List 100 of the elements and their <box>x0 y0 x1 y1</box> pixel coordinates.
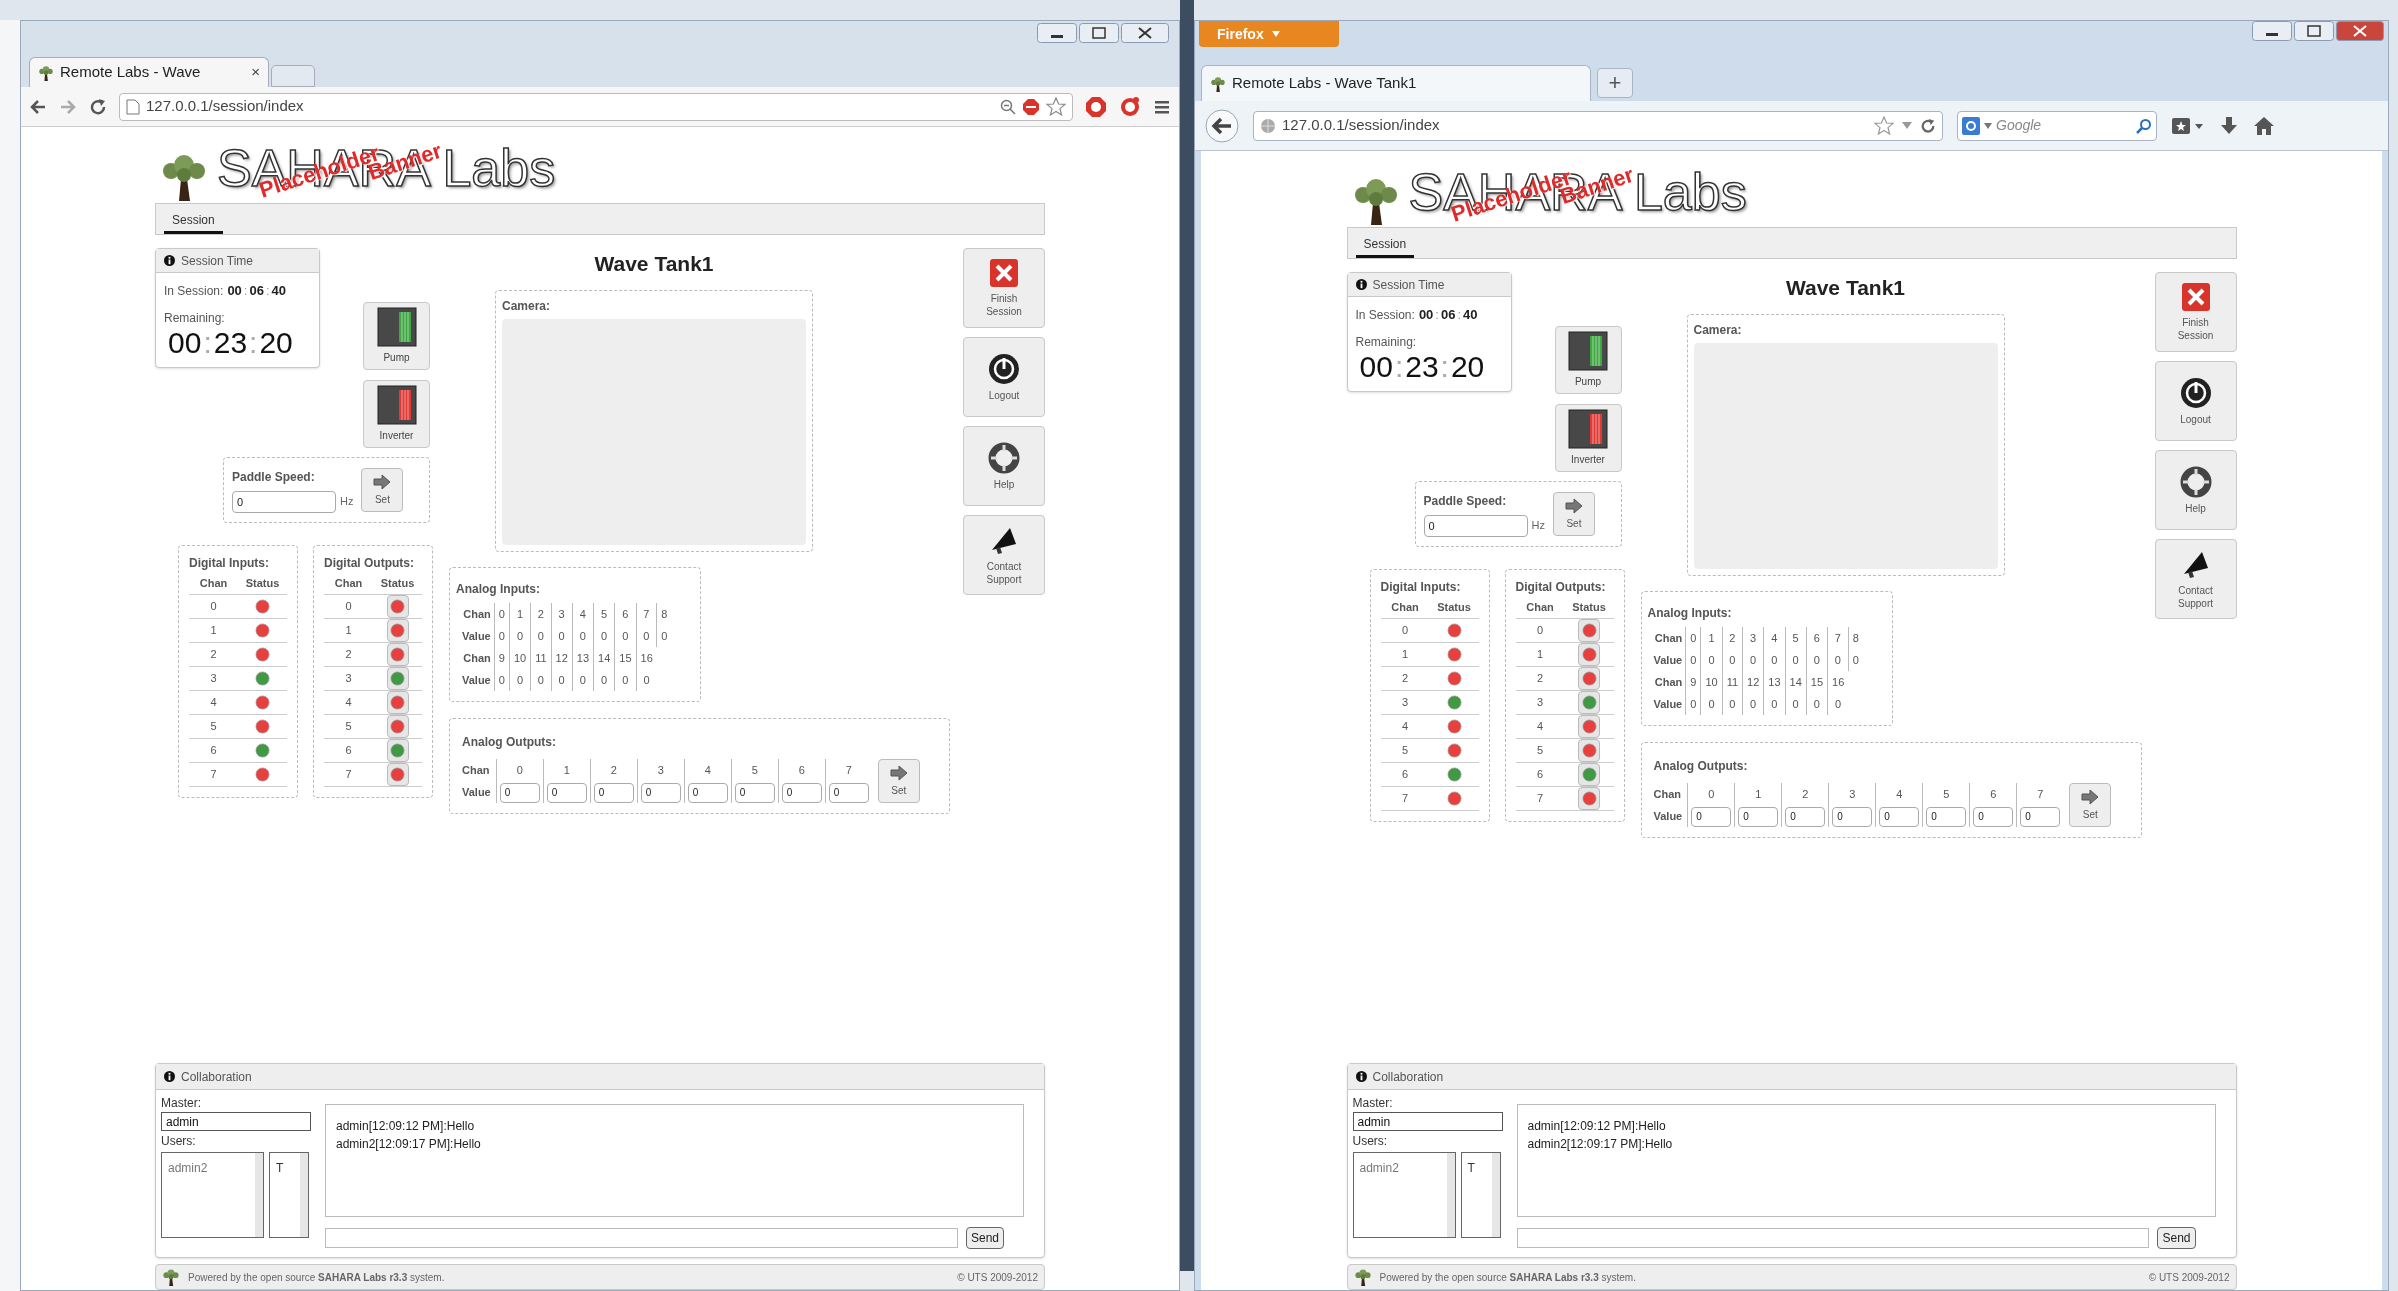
list-item[interactable]: T <box>276 1159 294 1177</box>
flags-list[interactable]: T <box>1460 1152 1501 1238</box>
output-toggle[interactable] <box>386 594 409 618</box>
value-input[interactable]: 0 <box>1738 806 1779 827</box>
nav-tab[interactable]: Session <box>164 211 223 234</box>
set-button[interactable]: Set <box>1552 492 1595 536</box>
action-button[interactable]: Logout <box>2154 361 2237 441</box>
search-field[interactable]: Google <box>1957 110 2157 141</box>
value-input[interactable]: 0 <box>546 782 587 803</box>
close-icon[interactable] <box>1121 23 1169 43</box>
message-input[interactable] <box>1516 1228 2150 1248</box>
value-input[interactable]: 0 <box>1691 806 1732 827</box>
scrollbar[interactable] <box>1491 1153 1500 1237</box>
speed-input[interactable]: 0 <box>232 490 336 513</box>
value-input[interactable]: 0 <box>1785 806 1826 827</box>
minimize-icon[interactable] <box>2252 21 2292 41</box>
forward-icon[interactable] <box>59 97 77 116</box>
browser-tab[interactable]: Remote Labs - Wave × <box>29 57 269 87</box>
action-button[interactable]: Contact Support <box>963 515 1045 595</box>
master-field[interactable]: admin <box>161 1112 311 1131</box>
action-button[interactable]: Finish Session <box>963 248 1045 328</box>
value-input[interactable]: 0 <box>593 782 634 803</box>
output-toggle[interactable] <box>386 714 409 738</box>
output-toggle[interactable] <box>386 690 409 714</box>
output-toggle[interactable] <box>1578 666 1600 690</box>
new-tab-button[interactable]: + <box>1597 68 1633 98</box>
home-icon[interactable] <box>2253 115 2275 136</box>
star-icon[interactable] <box>1046 96 1066 117</box>
send-button[interactable]: Send <box>2157 1227 2196 1249</box>
output-toggle[interactable] <box>386 738 409 762</box>
bookmarks-icon[interactable] <box>2171 115 2205 136</box>
users-list[interactable]: admin2 <box>1352 1152 1456 1238</box>
value-input[interactable]: 0 <box>1879 806 1920 827</box>
value-input[interactable]: 0 <box>1973 806 2014 827</box>
action-button[interactable]: Finish Session <box>2154 272 2237 352</box>
caret-icon[interactable] <box>1902 121 1912 130</box>
reload-icon[interactable] <box>1920 117 1936 134</box>
speed-input[interactable]: 0 <box>1423 514 1528 537</box>
value-input[interactable]: 0 <box>781 782 822 803</box>
browser-tab[interactable]: Remote Labs - Wave Tank1 <box>1201 65 1591 101</box>
set-button[interactable]: Set <box>877 759 920 803</box>
list-item[interactable]: T <box>1467 1159 1486 1177</box>
output-toggle[interactable] <box>386 618 409 642</box>
tab-close-button[interactable]: × <box>251 61 260 84</box>
star-icon[interactable] <box>1874 115 1894 136</box>
scrollbar[interactable] <box>255 1153 263 1237</box>
output-toggle[interactable] <box>1578 762 1600 786</box>
master-field[interactable]: admin <box>1352 1112 1503 1131</box>
download-icon[interactable] <box>2219 115 2239 136</box>
output-toggle[interactable] <box>1578 786 1600 810</box>
switch-button[interactable]: Inverter <box>363 380 430 448</box>
value-input[interactable]: 0 <box>687 782 728 803</box>
value-input[interactable]: 0 <box>499 782 540 803</box>
set-button[interactable]: Set <box>361 468 404 512</box>
value-input[interactable]: 0 <box>1832 806 1873 827</box>
reload-icon[interactable] <box>89 97 107 116</box>
back-icon[interactable] <box>1205 108 1239 143</box>
value-input[interactable]: 0 <box>640 782 681 803</box>
action-button[interactable]: Help <box>2154 450 2237 530</box>
output-toggle[interactable] <box>386 642 409 666</box>
zoom-icon[interactable] <box>1000 98 1016 115</box>
stop-sign-icon[interactable] <box>1022 97 1040 116</box>
address-bar[interactable]: 127.0.0.1/session/index <box>119 92 1073 121</box>
send-button[interactable]: Send <box>965 1227 1004 1249</box>
output-toggle[interactable] <box>386 666 409 690</box>
value-input[interactable]: 0 <box>828 782 869 803</box>
output-toggle[interactable] <box>386 762 409 786</box>
message-input[interactable] <box>325 1228 958 1248</box>
output-toggle[interactable] <box>1578 714 1600 738</box>
action-button[interactable]: Logout <box>963 337 1045 417</box>
output-toggle[interactable] <box>1578 690 1600 714</box>
output-toggle[interactable] <box>1578 618 1600 642</box>
value-input[interactable]: 0 <box>2020 806 2061 827</box>
switch-button[interactable]: Inverter <box>1554 404 1622 472</box>
maximize-icon[interactable] <box>2294 21 2334 41</box>
extension-icon[interactable] <box>1119 95 1141 118</box>
minimize-icon[interactable] <box>1037 23 1077 43</box>
stop-hand-icon[interactable] <box>1085 95 1107 118</box>
back-icon[interactable] <box>29 97 47 116</box>
maximize-icon[interactable] <box>1079 23 1119 43</box>
scrollbar[interactable] <box>300 1153 308 1237</box>
address-bar[interactable]: 127.0.0.1/session/index <box>1253 110 1943 141</box>
switch-button[interactable]: Pump <box>363 302 430 370</box>
action-button[interactable]: Help <box>963 426 1045 506</box>
switch-button[interactable]: Pump <box>1554 326 1622 394</box>
action-button[interactable]: Contact Support <box>2154 539 2237 619</box>
output-toggle[interactable] <box>1578 642 1600 666</box>
nav-tab[interactable]: Session <box>1355 235 1415 258</box>
scrollbar[interactable] <box>1446 1153 1455 1237</box>
flags-list[interactable]: T <box>269 1152 309 1238</box>
users-list[interactable]: admin2 <box>161 1152 264 1238</box>
output-toggle[interactable] <box>1578 738 1600 762</box>
menu-icon[interactable] <box>1153 98 1171 115</box>
search-input[interactable]: Google <box>1996 115 2132 136</box>
value-input[interactable]: 0 <box>1926 806 1967 827</box>
list-item[interactable]: admin2 <box>168 1159 249 1177</box>
set-button[interactable]: Set <box>2069 783 2112 827</box>
list-item[interactable]: admin2 <box>1359 1159 1441 1177</box>
close-icon[interactable] <box>2336 21 2384 41</box>
value-input[interactable]: 0 <box>734 782 775 803</box>
